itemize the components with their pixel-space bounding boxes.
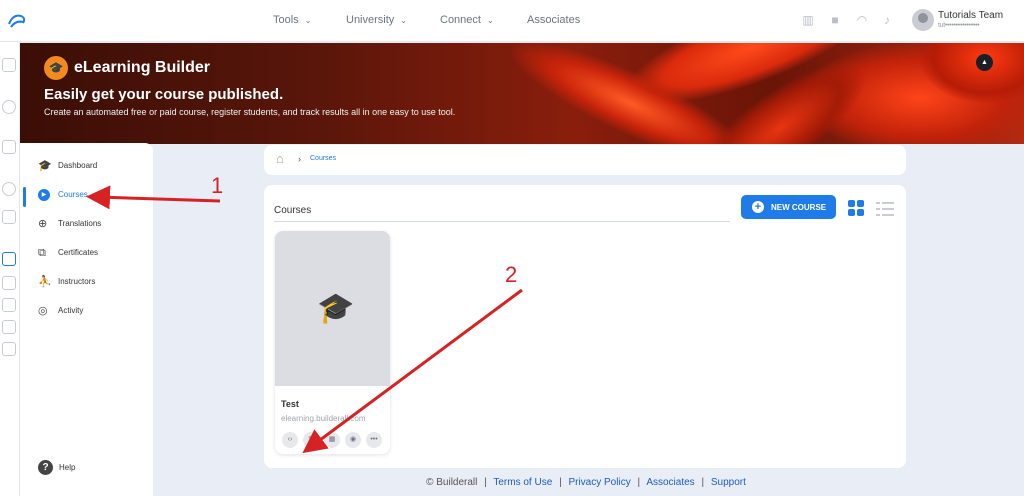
- apps-icon[interactable]: [2, 58, 16, 72]
- list-view-icon[interactable]: [876, 201, 894, 217]
- privacy-link[interactable]: Privacy Policy: [568, 477, 630, 488]
- app-rail: [0, 42, 20, 496]
- graduation-cap-icon: 🎓: [317, 292, 355, 325]
- copyright: © Builderall: [426, 477, 478, 488]
- user-email: tut••••••••••••••••: [938, 22, 980, 29]
- user-name: Tutorials Team: [938, 10, 1004, 21]
- main-nav: Tools ⌄ University ⌄ Connect ⌄ Associates: [0, 0, 1024, 42]
- graduation-cap-icon[interactable]: [2, 252, 16, 266]
- edit-icon[interactable]: ✎: [303, 432, 319, 448]
- grid-view-icon[interactable]: [848, 200, 865, 217]
- sidebar-item-courses[interactable]: ▶ Courses: [38, 189, 158, 205]
- search-icon[interactable]: [2, 182, 16, 196]
- book-icon[interactable]: ▥: [801, 13, 815, 27]
- sidebar-item-label: Instructors: [58, 277, 96, 286]
- elearning-logo-icon: 🎓: [44, 56, 68, 80]
- support-link[interactable]: Support: [711, 477, 746, 488]
- help-label: Help: [59, 463, 76, 472]
- people-icon: ⛹: [38, 276, 52, 288]
- sidebar-item-translations[interactable]: ⊕ Translations: [38, 218, 158, 234]
- certificate-icon: ⧉: [38, 247, 46, 259]
- annotation-label-2: 2: [505, 262, 518, 287]
- sidebar-item-label: Activity: [58, 306, 84, 315]
- sidebar-item-label: Translations: [58, 219, 102, 228]
- sidebar-item-dashboard[interactable]: 🎓 Dashboard: [38, 160, 158, 176]
- sidebar-item-label: Certificates: [58, 248, 99, 257]
- presentation-icon[interactable]: [2, 276, 16, 290]
- associates-link[interactable]: Associates: [646, 477, 694, 488]
- scroll-up-icon[interactable]: ▲: [976, 54, 993, 71]
- nav-label: Associates: [527, 14, 581, 26]
- graduation-cap-icon: 🎓: [38, 160, 52, 172]
- university-icon[interactable]: [2, 210, 16, 224]
- new-course-label: NEW COURSE: [771, 203, 827, 212]
- stats-icon[interactable]: ▦: [324, 432, 340, 448]
- nav-label: Connect: [440, 14, 481, 26]
- sidebar-item-certificates[interactable]: ⧉ Certificates: [38, 247, 158, 263]
- page-title: Courses: [274, 205, 312, 216]
- avatar: [912, 9, 934, 31]
- course-title[interactable]: Test: [281, 399, 299, 409]
- course-card[interactable]: 🎓 Test elearning.builderall.com ‹› ✎ ▦ ◉…: [275, 231, 390, 454]
- plus-icon: +: [752, 201, 764, 213]
- chevron-down-icon: ⌄: [486, 16, 494, 25]
- video-icon[interactable]: ■: [828, 13, 842, 27]
- nav-label: University: [346, 14, 395, 26]
- breadcrumb: ⌂ › Courses: [264, 145, 906, 175]
- brand-name: eLearning Builder: [74, 59, 211, 76]
- headset-icon[interactable]: ◠: [855, 13, 869, 27]
- chevron-down-icon: ⌄: [304, 16, 312, 25]
- sidebar-item-activity[interactable]: ◎ Activity: [38, 305, 158, 321]
- nav-item-university[interactable]: University ⌄: [346, 14, 407, 26]
- nav-item-associates[interactable]: Associates: [527, 14, 580, 26]
- terms-link[interactable]: Terms of Use: [493, 477, 552, 488]
- activity-icon: ◎: [38, 305, 48, 317]
- annotation-label-1: 1: [211, 173, 224, 198]
- code-icon[interactable]: ‹›: [282, 432, 298, 448]
- sidebar-item-label: Dashboard: [58, 161, 98, 170]
- sidebar-item-label: Courses: [58, 190, 88, 199]
- chevron-down-icon: ⌄: [400, 16, 407, 25]
- course-thumbnail[interactable]: 🎓: [275, 231, 390, 386]
- home-icon[interactable]: ⌂: [276, 152, 290, 166]
- help-icon: ?: [38, 460, 53, 475]
- globe-icon: ⊕: [38, 218, 48, 230]
- top-bar: Tools ⌄ University ⌄ Connect ⌄ Associates ▥…: [0, 0, 1024, 42]
- banner-headline: Easily get your course published.: [44, 86, 284, 103]
- nav-item-tools[interactable]: Tools ⌄: [273, 14, 311, 26]
- preview-icon[interactable]: ◉: [345, 432, 361, 448]
- mail-icon[interactable]: [2, 320, 16, 334]
- more-icon[interactable]: •••: [366, 432, 382, 448]
- new-course-button[interactable]: + NEW COURSE: [741, 195, 836, 219]
- bell-icon[interactable]: ♪: [880, 13, 894, 27]
- chevron-right-icon: ›: [298, 154, 301, 164]
- play-circle-icon: ▶: [38, 189, 50, 201]
- sidebar-item-instructors[interactable]: ⛹ Instructors: [38, 276, 158, 292]
- calendar-icon[interactable]: [2, 342, 16, 356]
- banner-subhead: Create an automated free or paid course,…: [44, 107, 456, 117]
- nav-item-connect[interactable]: Connect ⌄: [440, 14, 494, 26]
- tools-icon[interactable]: [2, 140, 16, 154]
- divider: [274, 221, 730, 222]
- sidebar: 🎓 Dashboard ▶ Courses ⊕ Translations ⧉ C…: [20, 143, 153, 496]
- rocket-icon[interactable]: [2, 100, 16, 114]
- course-url: elearning.builderall.com: [281, 414, 366, 423]
- footer: © Builderall | Terms of Use | Privacy Po…: [426, 477, 746, 488]
- courses-panel: Courses + NEW COURSE 🎓 Test elearning.bu…: [264, 185, 906, 468]
- breadcrumb-current[interactable]: Courses: [310, 155, 336, 162]
- active-indicator: [23, 187, 26, 207]
- chart-icon[interactable]: [2, 298, 16, 312]
- nav-label: Tools: [273, 14, 299, 26]
